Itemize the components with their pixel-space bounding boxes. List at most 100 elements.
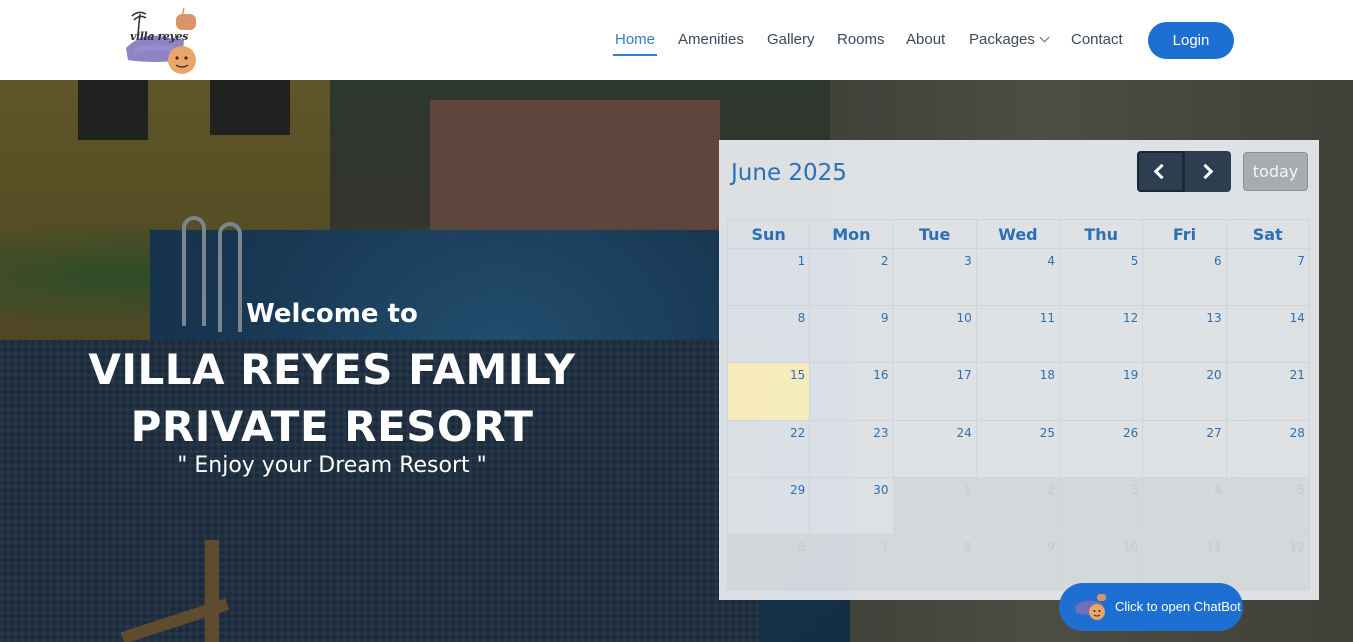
calendar-week: 8 9 10 11 12 13 14 xyxy=(727,305,1310,363)
weekday-label: Fri xyxy=(1143,220,1227,248)
calendar-day[interactable]: 5 xyxy=(1060,249,1144,306)
chatbot-avatar-icon xyxy=(1075,594,1106,620)
weekday-label: Sat xyxy=(1227,220,1310,248)
calendar-today-button[interactable]: today xyxy=(1243,152,1308,191)
day-number: 8 xyxy=(964,539,972,554)
calendar-next-button[interactable] xyxy=(1184,151,1231,192)
calendar-day[interactable]: 27 xyxy=(1143,420,1227,477)
nav-packages[interactable]: Packages xyxy=(969,31,1050,48)
calendar-day[interactable]: 28 xyxy=(1227,420,1310,477)
nav-gallery[interactable]: Gallery xyxy=(767,31,815,48)
calendar-week: 22 23 24 25 26 27 28 xyxy=(727,419,1310,477)
day-number: 9 xyxy=(880,311,889,326)
day-number: 3 xyxy=(1130,482,1139,497)
calendar-day[interactable]: 10 xyxy=(894,306,977,363)
calendar-day-today[interactable]: 15 xyxy=(727,363,811,420)
calendar-day[interactable]: 24 xyxy=(894,420,977,477)
login-button[interactable]: Login xyxy=(1148,22,1234,59)
nav-amenities[interactable]: Amenities xyxy=(678,31,744,48)
calendar-day[interactable]: 13 xyxy=(1143,306,1227,363)
day-number: 22 xyxy=(789,425,806,440)
day-number: 8 xyxy=(797,311,806,326)
calendar-week: 1 2 3 4 5 6 7 xyxy=(727,248,1310,306)
calendar-day[interactable]: 20 xyxy=(1143,363,1227,420)
nav-active-indicator xyxy=(613,54,657,56)
day-number: 30 xyxy=(873,482,889,497)
hero-welcome: Welcome to xyxy=(246,299,418,329)
calendar-day[interactable]: 6 xyxy=(1143,249,1227,306)
day-number: 3 xyxy=(964,254,972,268)
day-number: 7 xyxy=(1297,254,1305,268)
nav-home[interactable]: Home xyxy=(615,31,655,48)
day-number: 4 xyxy=(1213,482,1222,497)
day-number: 25 xyxy=(1039,425,1056,440)
calendar-prev-button[interactable] xyxy=(1137,151,1184,192)
calendar-day-other-month[interactable]: 8 xyxy=(893,534,977,592)
calendar-day-other-month[interactable]: 3 xyxy=(1060,477,1144,534)
day-number: 27 xyxy=(1206,425,1222,440)
calendar-title: June 2025 xyxy=(731,160,847,186)
calendar-day[interactable]: 11 xyxy=(977,306,1061,363)
day-number: 10 xyxy=(1123,539,1139,554)
calendar-weekday-header: Sun Mon Tue Wed Thu Fri Sat xyxy=(727,219,1310,248)
calendar-day[interactable]: 9 xyxy=(810,306,894,363)
calendar-day[interactable]: 21 xyxy=(1227,363,1310,420)
day-number: 4 xyxy=(1047,254,1056,268)
calendar-day[interactable]: 1 xyxy=(727,249,811,306)
calendar-day-other-month[interactable]: 2 xyxy=(976,477,1061,534)
weekday-label: Sun xyxy=(727,220,811,248)
calendar-day[interactable]: 22 xyxy=(727,420,811,477)
day-number: 17 xyxy=(956,368,972,383)
calendar-day[interactable]: 23 xyxy=(810,420,894,477)
day-number: 26 xyxy=(1123,425,1139,440)
calendar-day[interactable]: 16 xyxy=(810,363,894,420)
nav-rooms[interactable]: Rooms xyxy=(837,31,885,48)
calendar-day[interactable]: 17 xyxy=(894,363,977,420)
calendar-day[interactable]: 4 xyxy=(977,249,1061,306)
weekday-label: Mon xyxy=(810,220,894,248)
day-number: 5 xyxy=(1130,254,1139,268)
calendar-day[interactable]: 19 xyxy=(1060,363,1144,420)
nav-packages-label: Packages xyxy=(969,31,1035,48)
day-number: 19 xyxy=(1123,368,1139,383)
calendar-nav xyxy=(1137,151,1231,192)
calendar-day[interactable]: 25 xyxy=(977,420,1061,477)
calendar-day[interactable]: 12 xyxy=(1060,306,1144,363)
calendar-day[interactable]: 29 xyxy=(727,477,811,534)
calendar-day[interactable]: 3 xyxy=(894,249,977,306)
day-number: 13 xyxy=(1206,311,1222,326)
chatbot-button[interactable]: Click to open ChatBot xyxy=(1059,583,1243,631)
calendar-day[interactable]: 2 xyxy=(810,249,894,306)
calendar-day-other-month[interactable]: 9 xyxy=(976,534,1061,592)
day-number: 12 xyxy=(1289,539,1305,554)
calendar-grid: Sun Mon Tue Wed Thu Fri Sat 1 2 3 4 5 6 … xyxy=(727,219,1310,592)
calendar-day[interactable]: 26 xyxy=(1060,420,1144,477)
calendar-day[interactable]: 7 xyxy=(1227,249,1310,306)
calendar-day-other-month[interactable]: 1 xyxy=(893,477,977,534)
calendar-day[interactable]: 18 xyxy=(977,363,1061,420)
hero-title-line2: PRIVATE RESORT xyxy=(130,402,534,451)
nav-about[interactable]: About xyxy=(906,31,945,48)
calendar-day-other-month[interactable]: 5 xyxy=(1226,477,1310,534)
weekday-label: Tue xyxy=(894,220,977,248)
day-number: 20 xyxy=(1206,368,1222,383)
hero-tagline: " Enjoy your Dream Resort " xyxy=(177,453,487,478)
day-number: 11 xyxy=(1039,311,1056,326)
chevron-left-icon xyxy=(1153,163,1170,180)
calendar-day-other-month[interactable]: 4 xyxy=(1143,477,1227,534)
calendar-day-other-month[interactable]: 7 xyxy=(810,534,894,592)
villa-reyes-logo[interactable]: villa reyes xyxy=(124,7,204,76)
day-number: 16 xyxy=(873,368,889,383)
calendar-day[interactable]: 14 xyxy=(1227,306,1310,363)
day-number: 1 xyxy=(964,482,972,497)
nav-contact[interactable]: Contact xyxy=(1071,31,1123,48)
day-number: 2 xyxy=(880,254,889,268)
day-number: 24 xyxy=(956,425,972,440)
day-number: 29 xyxy=(789,482,806,497)
calendar-day-other-month[interactable]: 12 xyxy=(1226,534,1310,592)
calendar-day[interactable]: 8 xyxy=(727,306,811,363)
calendar-day-other-month[interactable]: 6 xyxy=(727,534,811,592)
day-number: 15 xyxy=(789,368,806,383)
day-number: 6 xyxy=(1213,254,1222,268)
calendar-day[interactable]: 30 xyxy=(810,477,894,534)
